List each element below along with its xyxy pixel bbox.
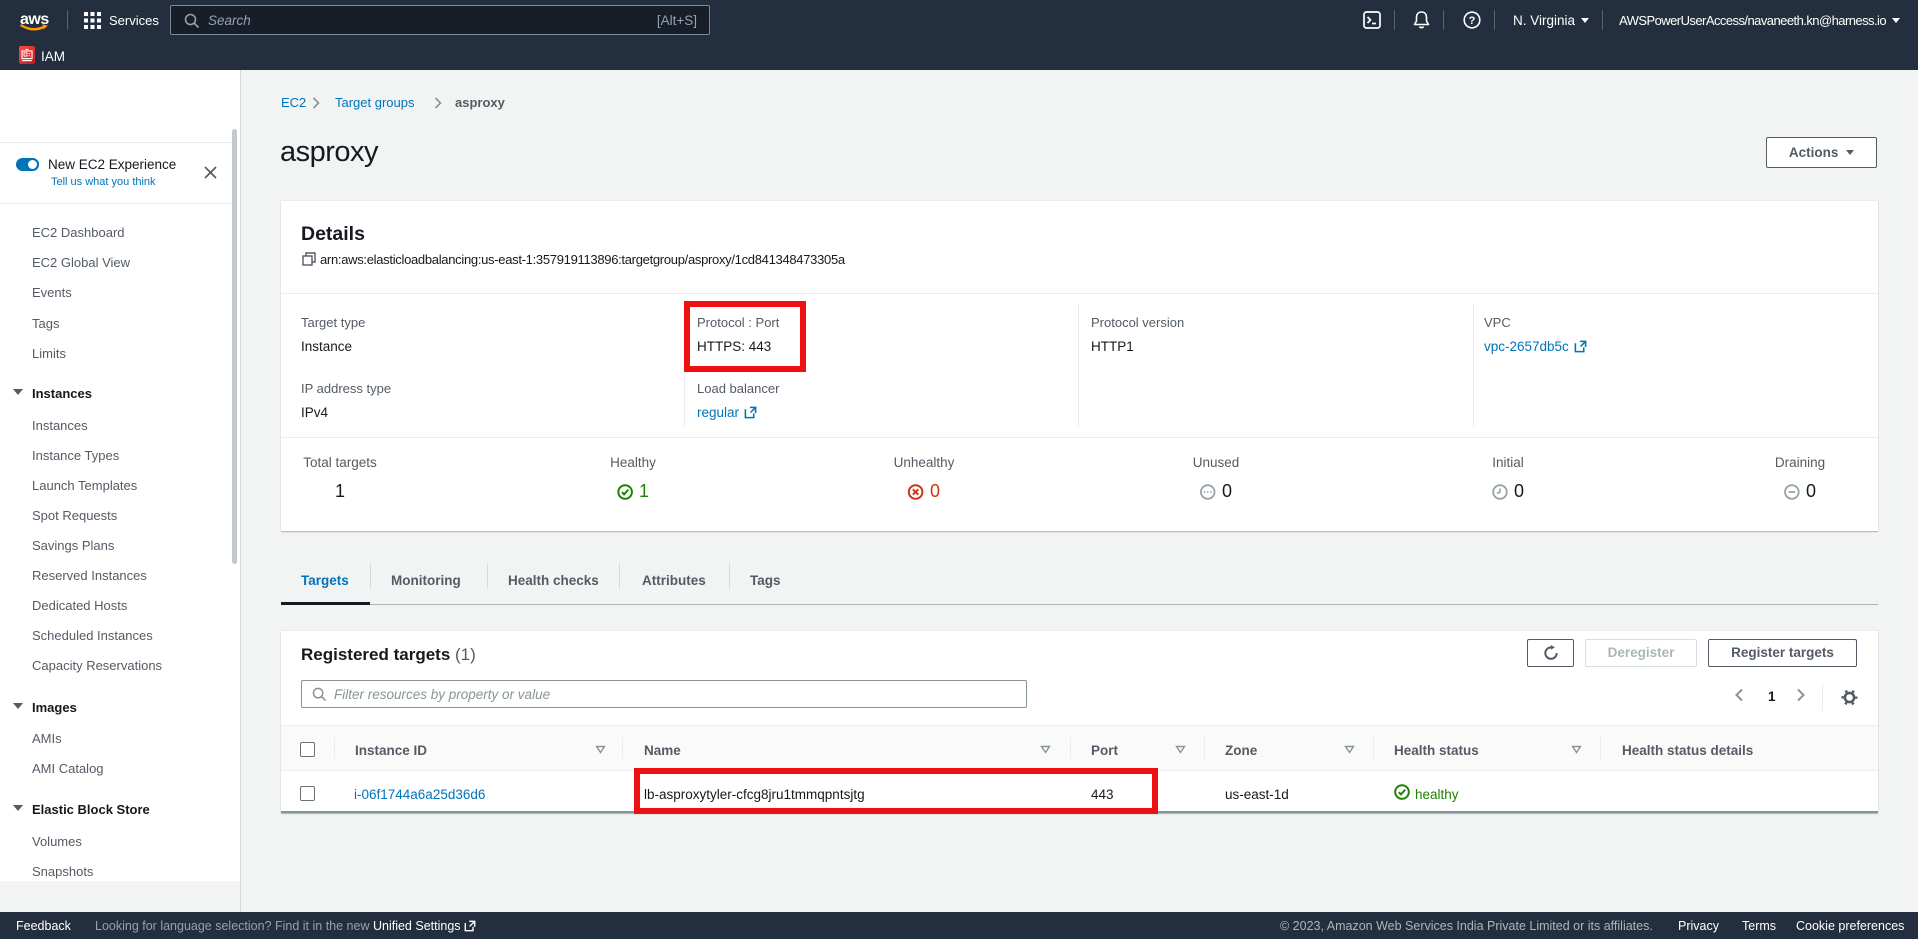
svg-text:?: ? xyxy=(1469,15,1476,27)
